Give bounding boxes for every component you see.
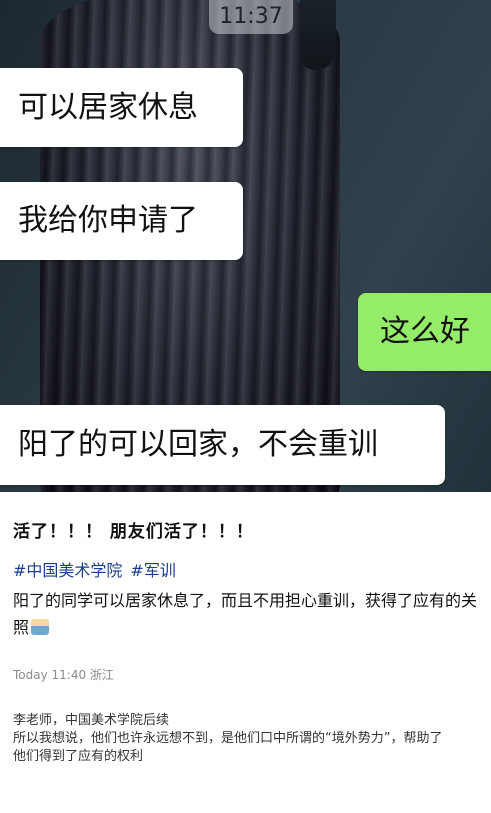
chat-bubble-incoming: 我给你申请了 (0, 182, 243, 260)
post-tags: #中国美术学院 #军训 (13, 557, 483, 581)
chat-bubble-incoming: 阳了的可以回家，不会重训 (0, 405, 445, 485)
comment-block: 李老师，中国美术学院后续 所以我想说，他们也许永远想不到，是他们口中所谓的“境外… (13, 712, 483, 766)
photo-figure-hand (300, 0, 336, 70)
comment-line: 所以我想说，他们也许永远想不到，是他们口中所谓的“境外势力”，帮助了 (13, 731, 443, 746)
status-time: 11:37 (209, 0, 293, 34)
chat-bubble-incoming: 可以居家休息 (0, 68, 243, 147)
hashtag-link[interactable]: #军训 (130, 561, 175, 580)
post-meta: Today 11:40 浙江 (13, 668, 114, 682)
hashtag-link[interactable]: #中国美术学院 (13, 561, 122, 580)
post-title: 活了！！！ 朋友们活了！！！ (13, 522, 254, 542)
hospital-emoji-icon (31, 619, 50, 635)
chat-bubble-outgoing: 这么好 (358, 293, 491, 371)
post-body: 阳了的同学可以居家休息了，而且不用担心重训，获得了应有的关照 (13, 587, 483, 641)
comment-line: 他们得到了应有的权利 (13, 749, 144, 764)
comment-line: 李老师，中国美术学院后续 (13, 713, 170, 728)
post-body-text: 阳了的同学可以居家休息了，而且不用担心重训，获得了应有的关照 (13, 591, 478, 637)
post-photo[interactable]: 11:37 可以居家休息 我给你申请了 这么好 阳了的可以回家，不会重训 (0, 0, 491, 492)
